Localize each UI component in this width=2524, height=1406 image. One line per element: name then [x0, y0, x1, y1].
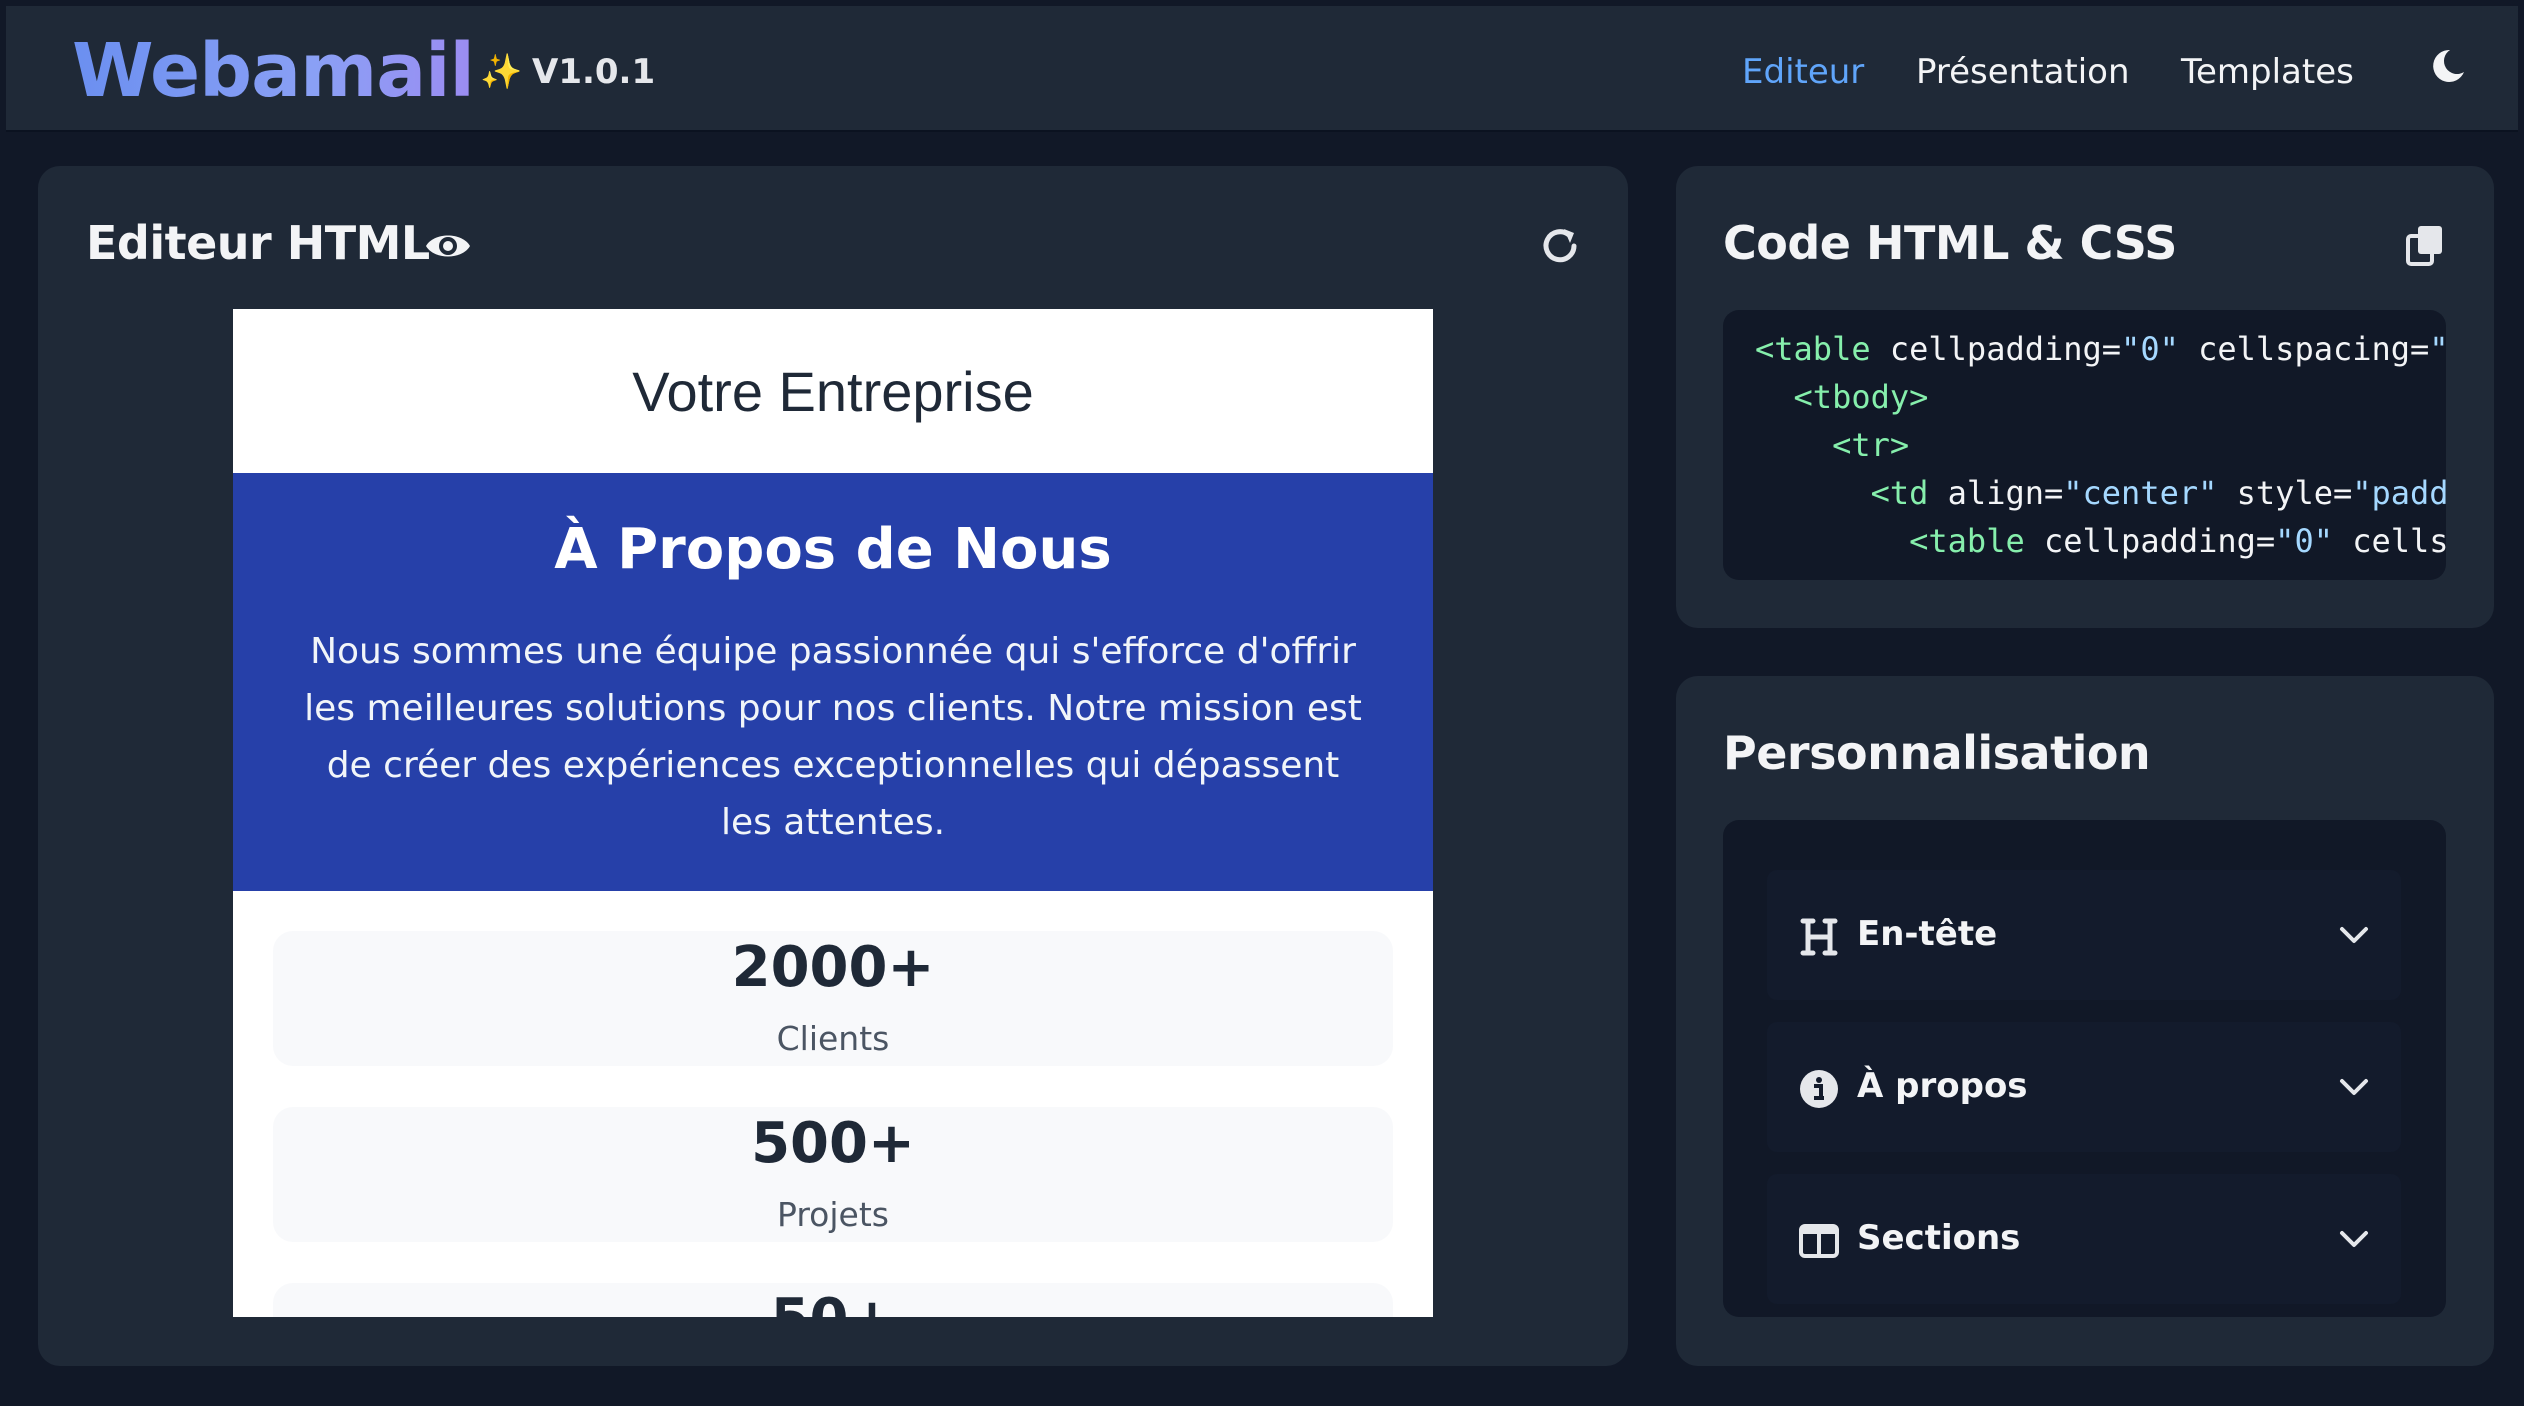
stat-label: Projets — [777, 1195, 889, 1234]
code-line: <td align="center" style="padd — [1870, 474, 2446, 512]
customization-title: Personnalisation — [1723, 726, 2151, 780]
nav-link-templates[interactable]: Templates — [2181, 52, 2354, 92]
code-line: <tr> — [1832, 426, 1910, 464]
nav-links: Editeur Présentation Templates — [6, 52, 2518, 102]
accordion-item-header[interactable]: En-tête — [1767, 870, 2401, 1000]
chevron-down-icon — [2339, 1228, 2369, 1250]
moon-icon[interactable] — [2428, 46, 2468, 86]
code-line: <tbody> — [1793, 378, 1929, 416]
email-preview: Votre Entreprise À Propos de Nous Nous s… — [233, 309, 1433, 1317]
stat-value: 2000+ — [731, 935, 935, 1000]
accordion-label: En-tête — [1857, 914, 1998, 954]
accordion-item-about[interactable]: À propos — [1767, 1022, 2401, 1152]
accordion-label: Sections — [1857, 1218, 2021, 1258]
code-line: <table cellpadding="0" cells — [1909, 522, 2446, 560]
stat-value: 500+ — [751, 1111, 915, 1176]
columns-icon — [1799, 1221, 1839, 1261]
code-block[interactable]: <table cellpadding="0" cellspacing=" <tb… — [1723, 310, 2446, 580]
accordion-item-sections[interactable]: Sections — [1767, 1174, 2401, 1304]
heading-icon — [1799, 917, 1839, 957]
stat-card[interactable]: 50+ — [273, 1283, 1393, 1317]
about-text: Nous sommes une équipe passionnée qui s'… — [304, 631, 1362, 843]
stat-value: 50+ — [273, 1287, 1393, 1317]
chevron-down-icon — [2339, 924, 2369, 946]
accordion-label: À propos — [1857, 1066, 2028, 1106]
email-about-section[interactable]: À Propos de Nous Nous sommes une équipe … — [233, 473, 1433, 891]
code-line: <table cellpadding="0" cellspacing=" — [1755, 330, 2446, 368]
email-header[interactable]: Votre Entreprise — [233, 309, 1433, 473]
stat-card[interactable]: 500+ Projets — [273, 1107, 1393, 1242]
nav-link-presentation[interactable]: Présentation — [1916, 52, 2130, 92]
stat-card[interactable]: 2000+ Clients — [273, 931, 1393, 1066]
customization-accordion: En-tête À propos Sections — [1723, 820, 2446, 1317]
nav-link-editeur[interactable]: Editeur — [1742, 52, 1864, 92]
stat-label: Clients — [776, 1019, 890, 1058]
editor-title: Editeur HTML — [86, 216, 430, 270]
chevron-down-icon — [2339, 1076, 2369, 1098]
about-title: À Propos de Nous — [554, 517, 1112, 582]
refresh-icon[interactable] — [1538, 224, 1582, 268]
copy-icon[interactable] — [2404, 224, 2446, 266]
code-title: Code HTML & CSS — [1723, 216, 2177, 270]
info-icon — [1799, 1069, 1839, 1109]
navbar: Webamail ✨ V1.0.1 Editeur Présentation T… — [6, 6, 2518, 132]
eye-icon[interactable] — [424, 226, 472, 266]
